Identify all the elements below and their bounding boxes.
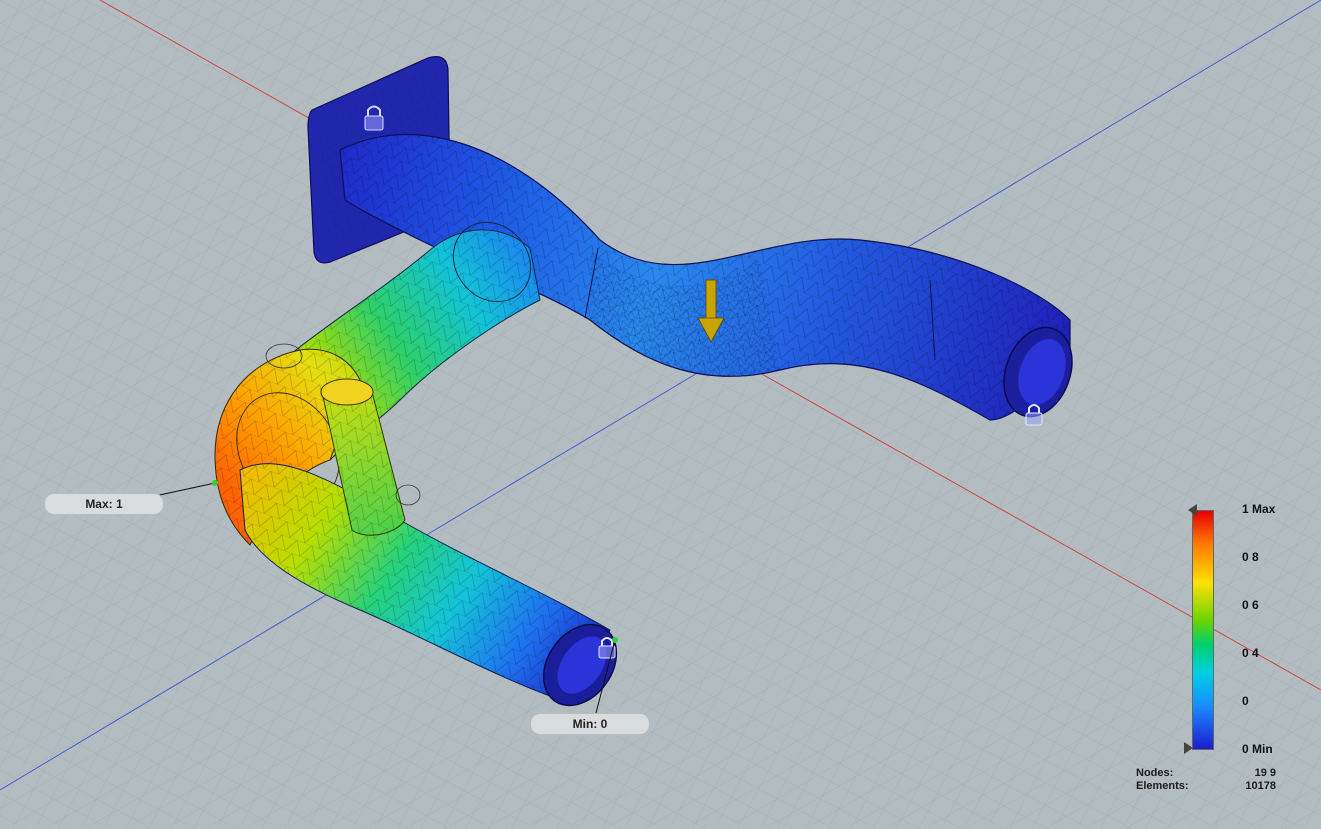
legend-min-handle[interactable]	[1184, 742, 1193, 754]
elements-label: Elements:	[1136, 780, 1189, 792]
legend-label-0-4: 0 4	[1242, 646, 1259, 660]
nodes-value: 19 9	[1254, 767, 1276, 779]
mesh-statistics: Nodes: 19 9 Elements: 10178	[1136, 767, 1276, 793]
legend-label-0-8: 0 8	[1242, 550, 1259, 564]
legend-label-0: 0	[1242, 694, 1249, 708]
legend-color-bar	[1192, 510, 1214, 750]
elements-value: 10178	[1245, 780, 1276, 792]
legend-label-0-6: 0 6	[1242, 598, 1259, 612]
legend-label-max: 1 Max	[1242, 502, 1276, 516]
results-legend: 1 Max 0 8 0 6 0 4 0 0 Min	[1180, 500, 1310, 760]
nodes-row: Nodes: 19 9	[1136, 767, 1276, 780]
3d-viewport[interactable]	[0, 0, 1321, 829]
nodes-label: Nodes:	[1136, 767, 1174, 779]
ground-grid-secondary	[0, 0, 1321, 829]
legend-label-min: 0 Min	[1242, 742, 1273, 756]
max-value-callout[interactable]: Max: 1	[44, 493, 164, 515]
legend-max-handle[interactable]	[1188, 504, 1197, 516]
result-marker-icon[interactable]	[612, 637, 618, 643]
elements-row: Elements: 10178	[1136, 780, 1276, 793]
result-marker-icon[interactable]	[212, 480, 218, 486]
min-value-callout[interactable]: Min: 0	[530, 713, 650, 735]
